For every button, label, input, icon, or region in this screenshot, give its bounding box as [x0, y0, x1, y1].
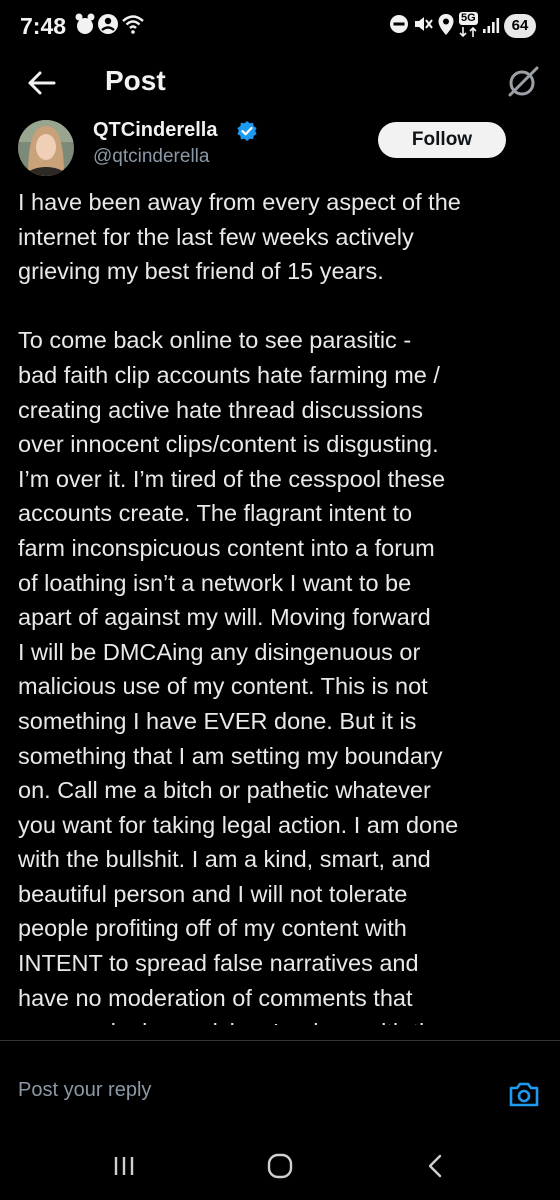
system-nav-bar	[0, 1137, 560, 1200]
camera-icon[interactable]	[508, 1080, 540, 1108]
follow-button[interactable]: Follow	[378, 122, 506, 158]
reply-input[interactable]: Post your reply	[18, 1079, 478, 1102]
post-header: Post	[0, 52, 560, 114]
back-icon[interactable]	[421, 1151, 451, 1181]
status-bar: 7:48 5G 64	[0, 0, 560, 52]
arrow-left-icon[interactable]	[24, 66, 58, 100]
face-icon	[98, 14, 118, 34]
battery-icon: 64	[504, 14, 536, 38]
network-label: 5G	[459, 12, 478, 25]
network-5g-icon: 5G	[458, 12, 480, 38]
avatar[interactable]	[18, 120, 74, 176]
verified-badge-icon	[237, 121, 257, 141]
home-icon[interactable]	[265, 1151, 295, 1181]
wifi-icon	[122, 15, 144, 34]
status-time: 7:48	[20, 13, 67, 39]
recents-icon[interactable]	[109, 1151, 139, 1181]
author-display-name[interactable]: QTCinderella	[93, 119, 217, 142]
author-row: QTCinderella @qtcinderella Follow	[0, 114, 560, 184]
post-paragraph: To come back online to see parasitic - b…	[18, 327, 459, 1025]
signal-icon	[483, 18, 500, 33]
page-title: Post	[105, 65, 166, 96]
location-icon	[438, 14, 454, 35]
notification-icon	[75, 13, 95, 34]
author-handle[interactable]: @qtcinderella	[93, 146, 209, 168]
dnd-icon	[390, 15, 408, 33]
reply-bar: Post your reply	[0, 1041, 560, 1137]
battery-level: 64	[511, 17, 529, 34]
post-body: I have been away from every aspect of th…	[18, 185, 548, 1025]
post-paragraph: I have been away from every aspect of th…	[18, 189, 461, 285]
grok-icon[interactable]	[505, 64, 541, 100]
mute-icon	[415, 17, 433, 31]
